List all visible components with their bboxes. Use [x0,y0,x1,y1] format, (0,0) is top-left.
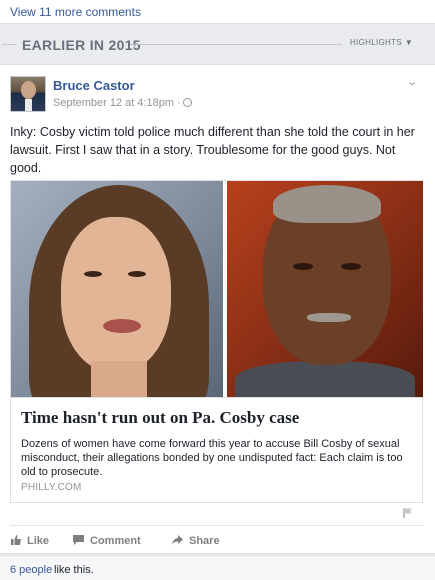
flag-icon[interactable] [402,507,414,519]
link-source: PHILLY.COM [21,482,82,493]
share-arrow-icon [172,535,183,545]
post-text: Inky: Cosby victim told police much diff… [10,125,415,175]
author-name-link[interactable]: Bruce Castor [53,78,135,93]
year-section-header: EARLIER IN 2015 HIGHLIGHTS ▼ [0,27,435,63]
photo-mouth [103,319,141,333]
comments-bar: View 11 more comments [0,0,435,24]
post-card: Bruce Castor September 12 at 4:18pm · ⌄ … [0,64,435,554]
section-divider [130,44,342,45]
timestamp-text: September 12 at 4:18pm · [53,97,181,109]
section-title: EARLIER IN 2015 [22,37,141,53]
likes-summary: 6 people like this. [0,555,435,580]
like-label: Like [27,535,50,547]
photo-face [61,217,171,372]
globe-icon [182,98,192,107]
highlights-label: HIGHLIGHTS [350,38,402,47]
article-photo-left [11,181,223,397]
like-button[interactable]: Like [10,534,49,547]
photo-neck [91,361,147,397]
chevron-down-icon[interactable]: ⌄ [406,77,418,88]
likes-text: like this. [54,564,94,576]
article-photo-right [227,181,423,397]
comment-button[interactable]: Comment [72,534,141,547]
photo-shirt [235,361,415,397]
link-preview-body: Time hasn't run out on Pa. Cosby case Do… [11,397,422,502]
link-description: Dozens of women have come forward this y… [21,438,403,478]
thumbs-up-icon [11,535,21,545]
avatar-face [21,81,36,99]
photo-eye [128,271,146,277]
avatar-shirt [25,99,32,111]
comment-label: Comment [90,535,141,547]
view-more-comments-link[interactable]: View 11 more comments [10,5,141,19]
photo-eye [341,263,361,270]
share-button[interactable]: Share [171,534,220,547]
photo-hair [273,185,381,223]
post-timestamp[interactable]: September 12 at 4:18pm · [53,97,192,109]
comment-icon [73,535,84,545]
link-title[interactable]: Time hasn't run out on Pa. Cosby case [21,408,299,428]
photo-mustache [307,313,351,322]
caret-down-icon: ▼ [404,38,414,47]
share-label: Share [189,535,220,547]
link-preview[interactable]: Time hasn't run out on Pa. Cosby case Do… [10,180,423,503]
highlights-dropdown[interactable]: HIGHLIGHTS ▼ [350,38,413,47]
photo-eye [84,271,102,277]
section-divider [2,44,16,45]
avatar[interactable] [10,76,46,112]
action-bar: Like Comment Share [10,525,423,553]
likes-count-link[interactable]: 6 people [10,564,52,576]
photo-eye [293,263,313,270]
